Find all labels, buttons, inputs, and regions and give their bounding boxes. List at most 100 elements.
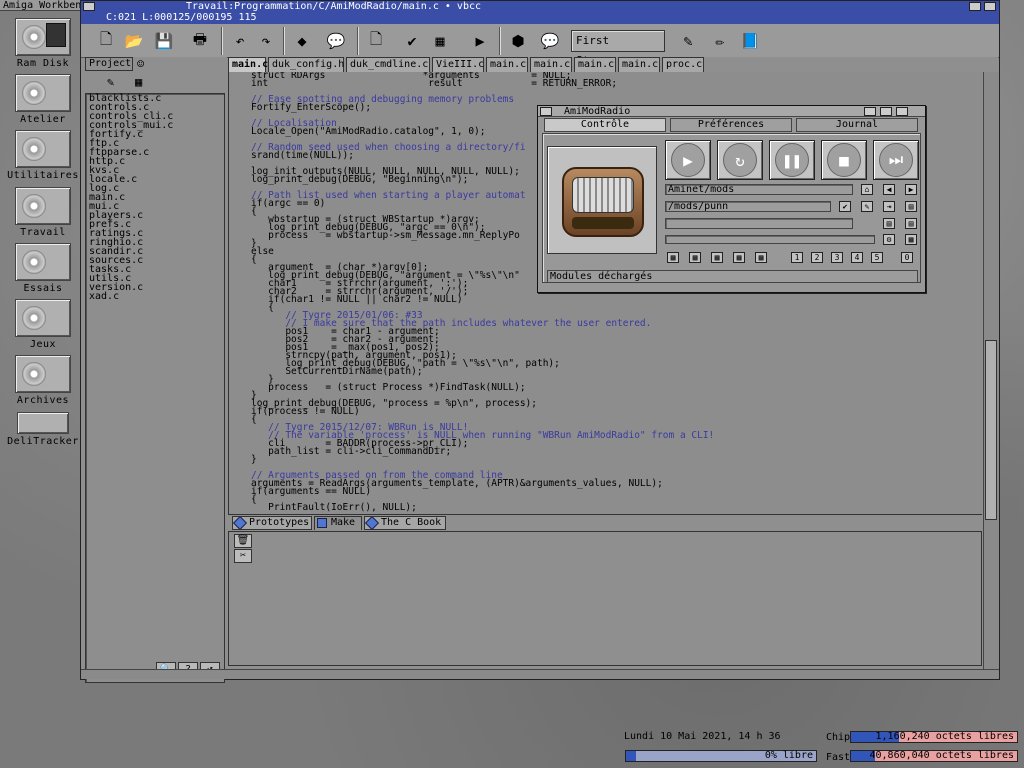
project-tab[interactable]: Project bbox=[85, 57, 133, 71]
note-icon[interactable]: 💬 bbox=[537, 28, 563, 54]
horizontal-scrollbar[interactable] bbox=[81, 669, 999, 679]
book-icon[interactable]: 📘 bbox=[737, 28, 763, 54]
rating-3[interactable]: 3 bbox=[831, 252, 843, 263]
file-list[interactable]: blacklists.c controls.c controls_cli.c cont… bbox=[85, 93, 225, 683]
rating-5[interactable]: 5 bbox=[871, 252, 883, 263]
tab-the-c-book[interactable]: The C Book bbox=[364, 515, 446, 531]
pencil-icon[interactable]: ✏ bbox=[707, 28, 733, 54]
scroll-thumb[interactable] bbox=[985, 340, 997, 520]
rating-1[interactable]: 1 bbox=[791, 252, 803, 263]
edit-icon[interactable]: ✎ bbox=[861, 201, 873, 212]
close-gadget-icon[interactable] bbox=[83, 2, 95, 11]
tab-proc-c[interactable]: proc.c bbox=[662, 57, 704, 72]
open-folder-icon[interactable]: 📂 bbox=[121, 28, 147, 54]
code-line[interactable]: } bbox=[229, 455, 982, 465]
pencil-icon[interactable]: ✎ bbox=[107, 75, 114, 89]
redo-icon[interactable]: ↷ bbox=[253, 28, 279, 54]
next-icon: ⏭ bbox=[879, 143, 913, 177]
delitracker-icon[interactable]: DeliTracker bbox=[5, 412, 81, 447]
rating-icon[interactable]: ▦ bbox=[733, 252, 745, 263]
window-title[interactable]: Travail:Programmation/C/AmiModRadio/main… bbox=[81, 1, 999, 12]
save-icon[interactable]: 💾 bbox=[151, 28, 177, 54]
forward-icon[interactable]: ▶ bbox=[905, 184, 917, 195]
color-shapes-icon[interactable]: ◆ bbox=[289, 28, 315, 54]
code-line[interactable]: if(process != NULL) bbox=[229, 407, 982, 417]
file-item[interactable]: xad.c bbox=[86, 292, 224, 302]
tab-preferences[interactable]: Préférences bbox=[670, 118, 792, 132]
zoom-gadget-icon[interactable] bbox=[880, 107, 892, 116]
directory-field[interactable]: /mods/punn bbox=[665, 201, 831, 212]
iconify-gadget-icon[interactable] bbox=[864, 107, 876, 116]
rating-2[interactable]: 2 bbox=[811, 252, 823, 263]
print-icon[interactable]: 🖶 bbox=[187, 28, 213, 54]
essais-icon[interactable]: Essais bbox=[5, 243, 81, 294]
rating-0[interactable]: 0 bbox=[901, 252, 913, 263]
tab-main-c[interactable]: main.c bbox=[530, 57, 572, 72]
rating-4[interactable]: 4 bbox=[851, 252, 863, 263]
first-steps-dropdown[interactable]: First Steps... bbox=[571, 30, 665, 67]
tab-main-c[interactable]: main.c bbox=[228, 57, 268, 72]
pause-button[interactable]: ❚❚ bbox=[769, 140, 815, 180]
ram-disk-icon[interactable]: Ram Disk bbox=[5, 18, 81, 69]
code-line[interactable]: path_list = cli->cli_CommandDir; bbox=[229, 447, 982, 457]
tab-prototypes[interactable]: Prototypes bbox=[232, 515, 312, 531]
vertical-scrollbar[interactable] bbox=[983, 72, 999, 672]
cube-icon[interactable]: ⬢ bbox=[505, 28, 531, 54]
tab-controle[interactable]: Contrôle bbox=[544, 118, 666, 132]
rating-icon[interactable]: ▦ bbox=[711, 252, 723, 263]
source-field[interactable]: Aminet/mods bbox=[665, 184, 853, 195]
undo-icon[interactable]: ↶ bbox=[227, 28, 253, 54]
rating-icon[interactable]: ▦ bbox=[667, 252, 679, 263]
new-file-icon[interactable]: 🗋 bbox=[93, 28, 119, 54]
tab-main-c[interactable]: main.c bbox=[486, 57, 528, 72]
tab-vieiii-c[interactable]: VieIII.c bbox=[432, 57, 484, 72]
utilitaires-icon[interactable]: Utilitaires bbox=[5, 130, 81, 181]
tab-main-c[interactable]: main.c bbox=[574, 57, 616, 72]
tab-journal[interactable]: Journal bbox=[796, 118, 918, 132]
jeux-icon[interactable]: Jeux bbox=[5, 299, 81, 350]
comment-icon[interactable]: 💬 bbox=[323, 28, 349, 54]
check-icon[interactable]: ✔ bbox=[839, 201, 851, 212]
prev-icon[interactable]: ◀ bbox=[883, 184, 895, 195]
travail-icon[interactable]: Travail bbox=[5, 187, 81, 238]
stop-button[interactable]: ■ bbox=[821, 140, 867, 180]
module-field[interactable] bbox=[665, 218, 853, 229]
code-line[interactable]: int result = RETURN_ERROR; bbox=[229, 79, 982, 89]
tab-main-c[interactable]: main.c bbox=[618, 57, 660, 72]
code-line[interactable]: process = (struct Process *)FindTask(NUL… bbox=[229, 383, 982, 393]
code-line[interactable]: PrintFault(IoErr(), NULL); bbox=[229, 503, 982, 513]
code-line[interactable]: if(char1 != NULL || char2 != NULL) bbox=[229, 295, 982, 305]
close-gadget-icon[interactable] bbox=[540, 107, 552, 116]
reload-button[interactable]: ↻ bbox=[717, 140, 763, 180]
jump-icon[interactable]: ⇥ bbox=[883, 201, 895, 212]
rating-icon[interactable]: ▦ bbox=[755, 252, 767, 263]
depth-gadget-icon[interactable] bbox=[984, 2, 996, 11]
scissors-icon[interactable]: ✂ bbox=[234, 549, 252, 563]
page-icon[interactable]: ▤ bbox=[905, 218, 917, 229]
document-menu-icon[interactable]: 🗋 bbox=[363, 28, 389, 54]
depth-gadget-icon[interactable] bbox=[896, 107, 908, 116]
check-icon[interactable]: ✔ bbox=[399, 28, 425, 54]
settings-icon[interactable]: ⚙ bbox=[883, 234, 895, 245]
tab-make[interactable]: Make bbox=[314, 516, 362, 530]
hierarchy-icon[interactable]: ▦ bbox=[135, 75, 142, 89]
grid-icon[interactable]: ▦ bbox=[905, 234, 917, 245]
next-button[interactable]: ⏭ bbox=[873, 140, 919, 180]
run-icon[interactable]: ▶ bbox=[467, 28, 493, 54]
code-line[interactable]: SetCurrentDirName(path); bbox=[229, 367, 982, 377]
atelier-icon[interactable]: Atelier bbox=[5, 74, 81, 125]
rating-icon[interactable]: ▦ bbox=[689, 252, 701, 263]
play-button[interactable]: ▶ bbox=[665, 140, 711, 180]
smiley-icon[interactable]: ☺ bbox=[137, 57, 144, 71]
home-icon[interactable]: ⌂ bbox=[861, 184, 873, 195]
tab-duk_cmdline-c[interactable]: duk_cmdline.c bbox=[346, 57, 430, 72]
grid-icon[interactable]: ▦ bbox=[427, 28, 453, 54]
draw-icon[interactable]: ✎ bbox=[675, 28, 701, 54]
page-icon[interactable]: ▤ bbox=[905, 201, 917, 212]
code-line[interactable]: if(arguments == NULL) bbox=[229, 487, 982, 497]
zoom-gadget-icon[interactable] bbox=[969, 2, 981, 11]
tab-duk_config-h[interactable]: duk_config.h bbox=[268, 57, 344, 72]
list-icon[interactable]: ▤ bbox=[883, 218, 895, 229]
trash-icon[interactable]: 🗑 bbox=[234, 534, 252, 548]
archives-icon[interactable]: Archives bbox=[5, 355, 81, 406]
